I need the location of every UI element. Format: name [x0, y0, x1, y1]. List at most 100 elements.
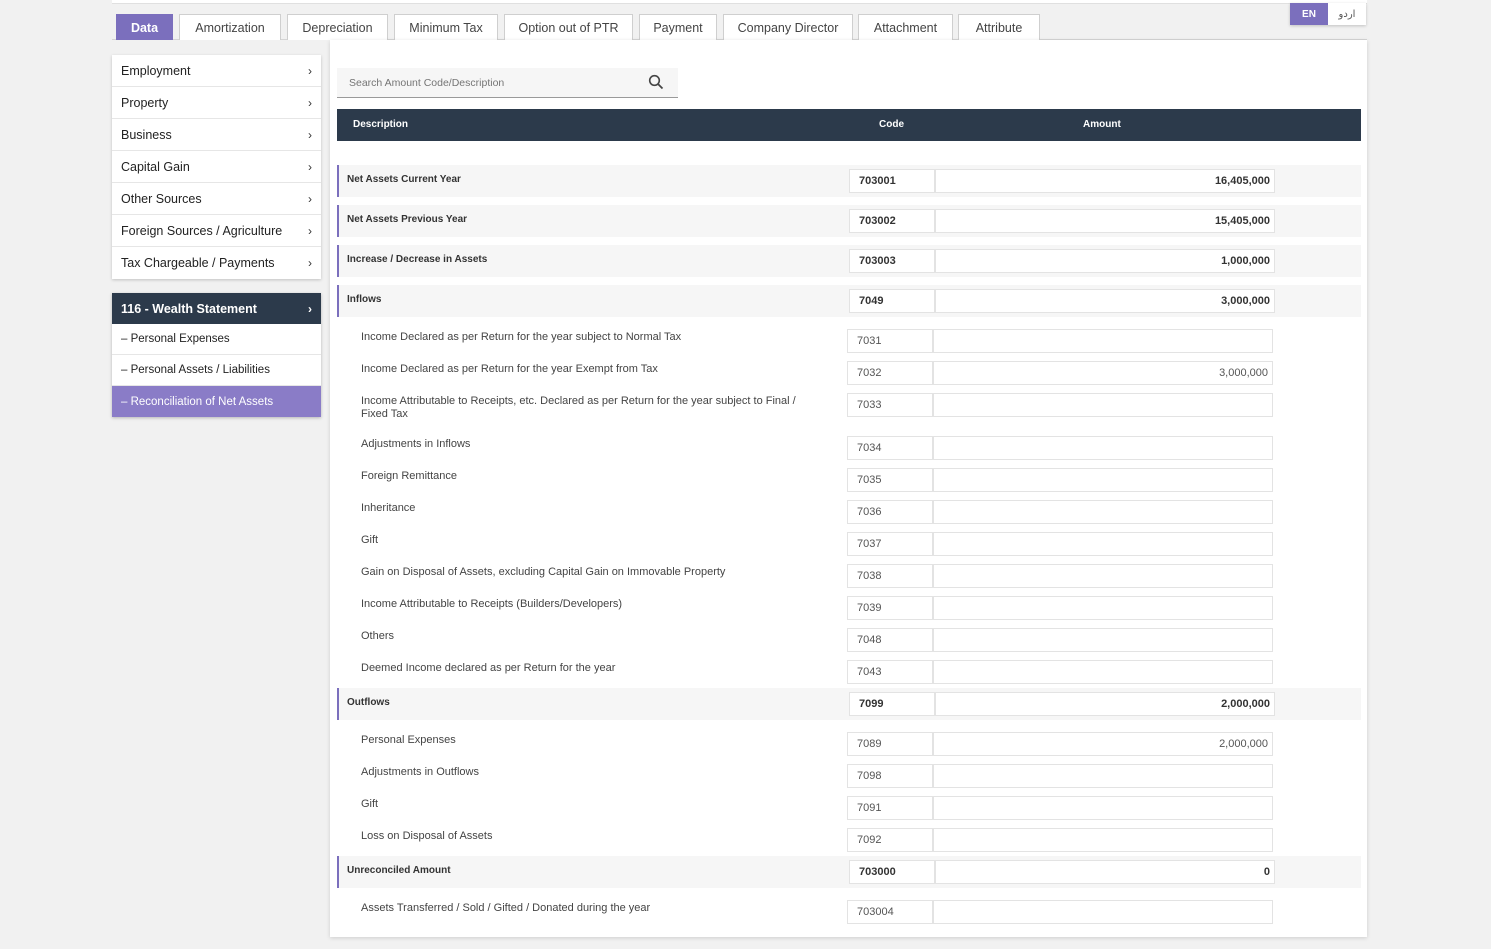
table-row: Loss on Disposal of Assets 7092: [337, 824, 1361, 856]
tab-bar: Data Amortization Depreciation Minimum T…: [112, 14, 1367, 40]
amount-field[interactable]: [933, 764, 1273, 788]
code-field: 7034: [847, 436, 933, 460]
search-icon[interactable]: [648, 74, 664, 90]
sidebar-item-label: Capital Gain: [121, 159, 190, 174]
table-row: Inflows 7049 3,000,000: [337, 285, 1361, 317]
chevron-right-icon: ›: [308, 301, 312, 316]
row-description: Assets Transferred / Sold / Gifted / Don…: [361, 902, 651, 914]
chevron-right-icon: ›: [308, 223, 312, 238]
sidebar-item-tax-chargeable[interactable]: Tax Chargeable / Payments ›: [112, 247, 321, 279]
sidebar-item-foreign-sources[interactable]: Foreign Sources / Agriculture ›: [112, 215, 321, 247]
header-amount: Amount: [1083, 119, 1121, 130]
section-title: 116 - Wealth Statement: [121, 301, 257, 316]
wealth-statement-header[interactable]: 116 - Wealth Statement ›: [112, 293, 321, 324]
sidebar-item-other-sources[interactable]: Other Sources ›: [112, 183, 321, 215]
chevron-right-icon: ›: [308, 256, 312, 270]
amount-field[interactable]: [933, 564, 1273, 588]
table-row: Income Declared as per Return for the ye…: [337, 325, 1361, 357]
code-field: 7037: [847, 532, 933, 556]
chevron-right-icon: ›: [308, 127, 312, 142]
code-field: 703003: [849, 249, 935, 273]
table-row: Net Assets Previous Year 703002 15,405,000: [337, 205, 1361, 237]
table-row: Gift 7091: [337, 792, 1361, 824]
subitem-personal-expenses[interactable]: – Personal Expenses: [112, 324, 321, 355]
tab-company-director[interactable]: Company Director: [723, 14, 853, 40]
header-code: Code: [879, 119, 904, 130]
table-row: Outflows 7099 2,000,000: [337, 688, 1361, 720]
sidebar-item-label: Employment: [121, 63, 191, 78]
table-row: Gain on Disposal of Assets, excluding Ca…: [337, 560, 1361, 592]
code-field: 7035: [847, 468, 933, 492]
search-input[interactable]: [349, 76, 639, 89]
row-description: Foreign Remittance: [361, 470, 457, 482]
row-description: Inheritance: [361, 502, 416, 514]
code-field: 7048: [847, 628, 933, 652]
amount-field[interactable]: [933, 329, 1273, 353]
tab-depreciation[interactable]: Depreciation: [287, 14, 388, 40]
amount-field[interactable]: [933, 596, 1273, 620]
code-field: 703004: [847, 900, 933, 924]
table-row: Income Attributable to Receipts (Builder…: [337, 592, 1361, 624]
tab-amortization[interactable]: Amortization: [179, 14, 281, 40]
tab-payment[interactable]: Payment: [639, 14, 717, 40]
tab-attachment[interactable]: Attachment: [858, 14, 953, 40]
amount-field[interactable]: [933, 660, 1273, 684]
table-row: Inheritance 7036: [337, 496, 1361, 528]
subitem-personal-assets[interactable]: – Personal Assets / Liabilities: [112, 355, 321, 386]
row-description: Personal Expenses: [361, 734, 456, 746]
subitem-reconciliation[interactable]: – Reconciliation of Net Assets: [112, 386, 321, 417]
row-description: Net Assets Current Year: [347, 174, 461, 185]
table-header: Description Code Amount: [337, 109, 1361, 141]
code-field: 703001: [849, 169, 935, 193]
chevron-right-icon: ›: [308, 63, 312, 78]
tab-attribute[interactable]: Attribute: [958, 14, 1040, 40]
tab-minimum-tax[interactable]: Minimum Tax: [394, 14, 498, 40]
top-strip: [112, 0, 1367, 4]
sidebar-item-label: Property: [121, 95, 169, 110]
row-description: Loss on Disposal of Assets: [361, 830, 493, 842]
amount-field[interactable]: [933, 628, 1273, 652]
lang-urdu-button[interactable]: اردو: [1328, 3, 1366, 25]
sidebar-item-property[interactable]: Property ›: [112, 87, 321, 119]
amount-field[interactable]: [933, 900, 1273, 924]
table-row: Personal Expenses 7089 2,000,000: [337, 728, 1361, 760]
amount-field[interactable]: [933, 532, 1273, 556]
amount-field: 15,405,000: [935, 209, 1275, 233]
row-description: Adjustments in Outflows: [361, 766, 479, 778]
table-row: Gift 7037: [337, 528, 1361, 560]
row-description: Increase / Decrease in Assets: [347, 254, 488, 265]
amount-field[interactable]: [933, 828, 1273, 852]
table-row: Income Declared as per Return for the ye…: [337, 357, 1361, 389]
main-panel: Description Code Amount Net Assets Curre…: [330, 40, 1367, 937]
amount-field[interactable]: [933, 436, 1273, 460]
sidebar-item-label: Other Sources: [121, 191, 202, 206]
sidebar-menu: Employment › Property › Business › Capital …: [112, 55, 321, 279]
chevron-right-icon: ›: [308, 191, 312, 206]
amount-field[interactable]: 2,000,000: [933, 732, 1273, 756]
table-row: Foreign Remittance 7035: [337, 464, 1361, 496]
amount-field: 2,000,000: [935, 692, 1275, 716]
row-description: Gift: [361, 534, 379, 546]
row-description: Gain on Disposal of Assets, excluding Ca…: [361, 566, 726, 578]
code-field: 7033: [847, 393, 933, 417]
code-field: 7049: [849, 289, 935, 313]
amount-field[interactable]: [933, 500, 1273, 524]
sidebar-item-employment[interactable]: Employment ›: [112, 55, 321, 87]
sidebar-item-business[interactable]: Business ›: [112, 119, 321, 151]
code-field: 7098: [847, 764, 933, 788]
row-description: Others: [361, 630, 395, 642]
row-description: Deemed Income declared as per Return for…: [361, 662, 616, 674]
amount-field[interactable]: [933, 393, 1273, 417]
amount-field: 1,000,000: [935, 249, 1275, 273]
row-description: Income Attributable to Receipts, etc. De…: [361, 395, 796, 420]
amount-field[interactable]: [933, 468, 1273, 492]
amount-field[interactable]: [933, 796, 1273, 820]
lang-en-button[interactable]: EN: [1290, 3, 1328, 25]
amount-field[interactable]: 3,000,000: [933, 361, 1273, 385]
tab-data[interactable]: Data: [116, 14, 173, 40]
code-field: 7038: [847, 564, 933, 588]
row-description: Income Attributable to Receipts (Builder…: [361, 598, 623, 610]
sidebar-item-capital-gain[interactable]: Capital Gain ›: [112, 151, 321, 183]
header-description: Description: [353, 119, 409, 130]
tab-option-out-of-ptr[interactable]: Option out of PTR: [504, 14, 633, 40]
